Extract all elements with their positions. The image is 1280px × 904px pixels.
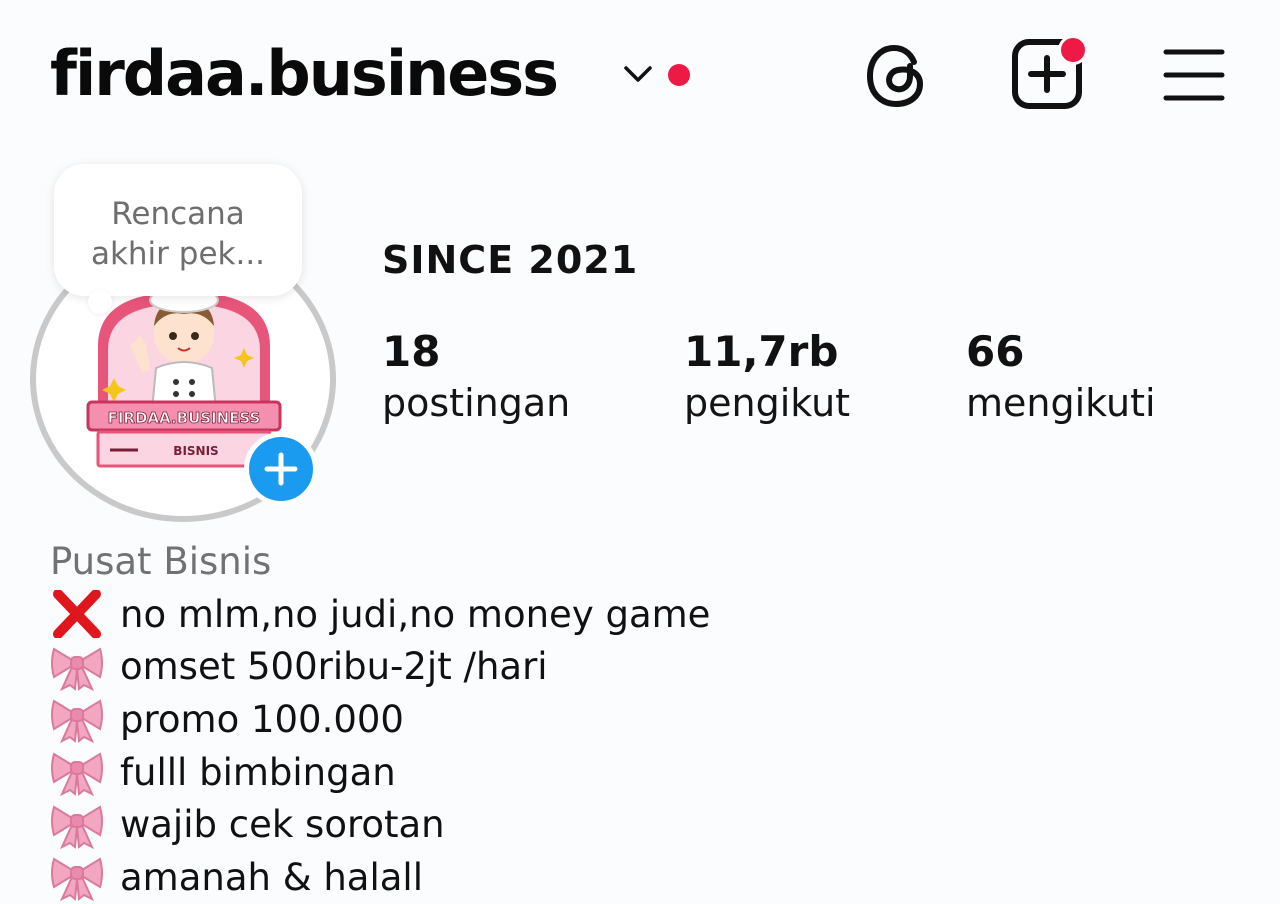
profile-category: Pusat Bisnis <box>50 540 272 583</box>
stat-following-value: 66 <box>966 327 1025 376</box>
svg-text:FIRDAA.BUSINESS: FIRDAA.BUSINESS <box>108 409 261 427</box>
bio-line-text: amanah & halall <box>120 855 423 899</box>
stat-followers[interactable]: 11,7rb pengikut <box>684 326 850 428</box>
account-switcher-username[interactable]: firdaa.business <box>50 34 559 114</box>
pink-ribbon-icon <box>51 699 103 744</box>
create-notification-dot <box>1058 35 1088 65</box>
bio-line: promo 100.000 <box>50 693 710 746</box>
bio-line-text: wajib cek sorotan <box>120 803 445 847</box>
stat-posts-label: postingan <box>382 381 571 425</box>
note-bubble-tail <box>88 290 112 314</box>
bio-line: fulll bimbingan <box>50 746 710 799</box>
plus-icon <box>264 452 298 486</box>
bio-line: omset 500ribu-2jt /hari <box>50 641 710 694</box>
stat-posts[interactable]: 18 postingan <box>382 326 570 428</box>
bio-line-text: promo 100.000 <box>120 697 404 741</box>
stat-following-label: mengikuti <box>966 381 1156 425</box>
red-cross-icon <box>53 590 101 639</box>
bio-line-text: omset 500ribu-2jt /hari <box>120 645 548 689</box>
bio-line: amanah & halall <box>50 851 710 904</box>
note-text: Rencana akhir pek... <box>90 196 266 272</box>
bio-line: wajib cek sorotan <box>50 798 710 851</box>
account-notification-dot <box>668 64 690 86</box>
note-bubble[interactable]: Rencana akhir pek... <box>54 164 302 296</box>
profile-tagline: SINCE 2021 <box>382 238 639 282</box>
add-story-button[interactable] <box>244 432 318 506</box>
bio-line-text: fulll bimbingan <box>120 750 396 794</box>
menu-icon[interactable] <box>1162 48 1226 102</box>
threads-icon[interactable] <box>864 40 930 112</box>
bio-line: no mlm,no judi,no money game <box>50 588 710 641</box>
pink-ribbon-icon <box>51 805 103 849</box>
bio-line-text: no mlm,no judi,no money game <box>120 592 711 636</box>
pink-ribbon-icon <box>51 857 103 902</box>
chevron-down-icon[interactable] <box>622 62 654 86</box>
stat-following[interactable]: 66 mengikuti <box>966 326 1156 428</box>
pink-ribbon-icon <box>51 752 103 797</box>
stat-followers-label: pengikut <box>684 381 851 425</box>
stat-followers-value: 11,7rb <box>684 327 839 376</box>
top-bar: firdaa.business <box>0 0 1280 150</box>
svg-text:BISNIS: BISNIS <box>173 444 218 458</box>
stat-posts-value: 18 <box>382 327 441 376</box>
pink-ribbon-icon <box>51 647 103 691</box>
bio-list: no mlm,no judi,no money game omset 500ri… <box>50 588 710 904</box>
